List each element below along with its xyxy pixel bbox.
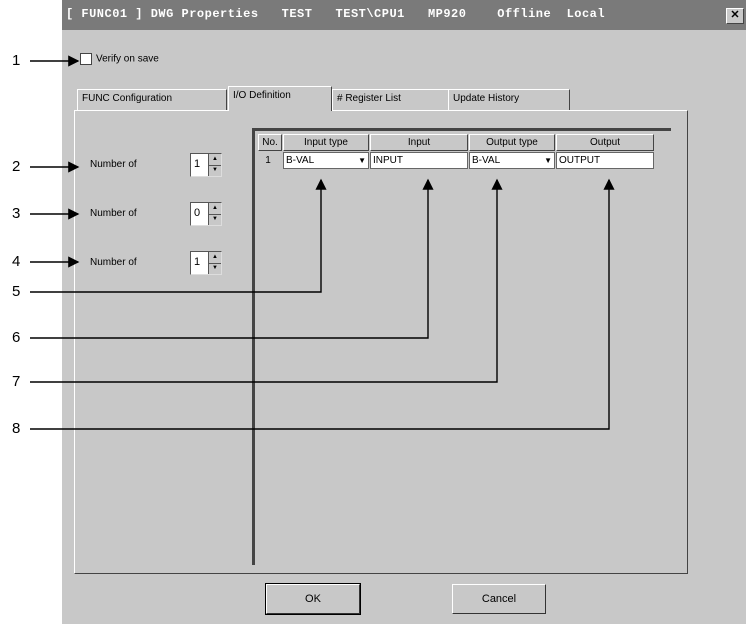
callout-lines [30,55,615,430]
callout-3: 3 [12,205,21,222]
callout-2: 2 [12,158,21,175]
callout-1: 1 [12,52,21,69]
callout-4: 4 [12,253,21,270]
callout-8: 8 [12,420,21,437]
callout-5: 5 [12,283,21,300]
callout-7: 7 [12,373,21,390]
tab-io-definition[interactable]: I/O Definition [228,86,332,111]
callout-6: 6 [12,329,21,346]
